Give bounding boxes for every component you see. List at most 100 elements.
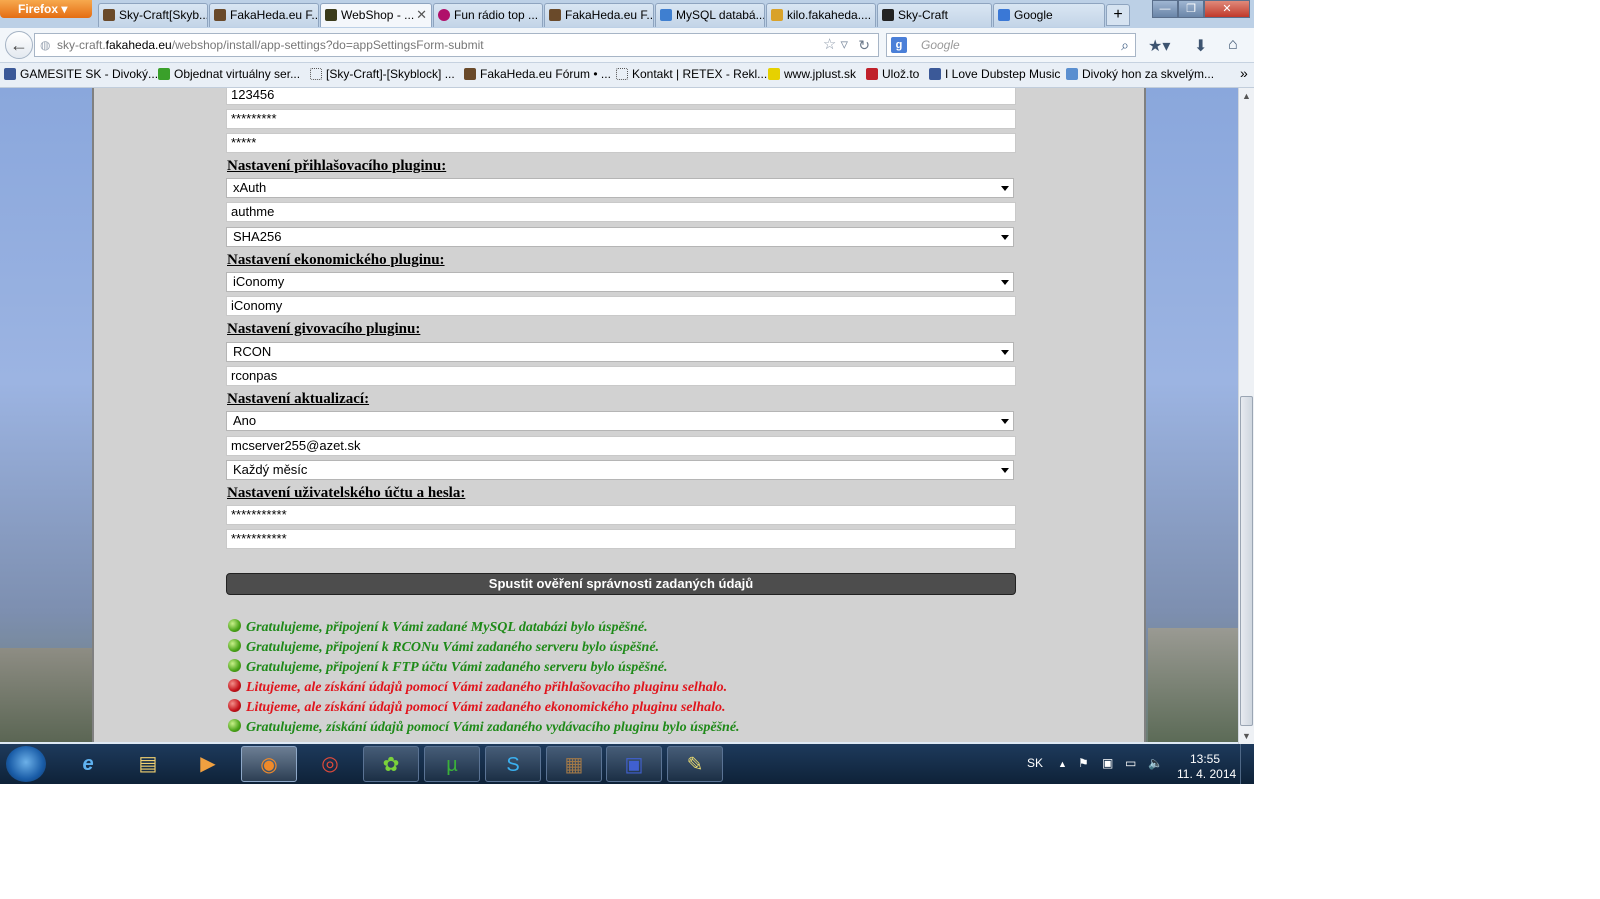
bookmark-item[interactable]: FakaHeda.eu Fórum • ... — [464, 67, 611, 81]
firefox-menu-button[interactable]: Firefox ▾ — [0, 0, 92, 18]
bookmarks-menu-icon[interactable]: ★▾ — [1148, 36, 1170, 56]
clock-date[interactable]: 11. 4. 2014 — [1177, 767, 1236, 781]
scroll-up-arrow-icon[interactable]: ▲ — [1239, 88, 1254, 104]
tab-8[interactable]: Google — [993, 3, 1105, 27]
maximize-icon[interactable]: ❐ — [1178, 0, 1204, 18]
skycraft-icon — [882, 9, 894, 21]
vertical-scrollbar[interactable]: ▲ ▼ — [1238, 88, 1254, 744]
bookmark-item[interactable]: [Sky-Craft]-[Skyblock] ... — [310, 67, 455, 81]
result-text: Litujeme, ale získání údajů pomocí Vámi … — [246, 700, 726, 715]
tab-label: Sky-Craft[Skyb... — [119, 8, 208, 22]
media-player-icon[interactable]: ▶ — [180, 746, 236, 782]
tray-expand-icon[interactable]: ▲ — [1058, 759, 1067, 769]
update-frequency-select[interactable]: Každý měsíc — [226, 460, 1014, 480]
tab-label: Fun rádio top ... — [454, 8, 539, 22]
show-desktop-button[interactable] — [1240, 744, 1254, 784]
bookmark-item[interactable]: Ulož.to — [866, 67, 919, 81]
tab-strip: Firefox ▾ Sky-Craft[Skyb... FakaHeda.eu … — [0, 0, 1254, 28]
tab-label: WebShop - ... — [341, 8, 415, 22]
utorrent-icon[interactable]: µ — [424, 746, 480, 782]
rcon-password-input[interactable]: rconpas — [226, 366, 1016, 386]
result-text: Gratulujeme, získání údajů pomocí Vámi z… — [246, 720, 740, 735]
updates-enabled-select[interactable]: Ano — [226, 411, 1014, 431]
close-window-icon[interactable]: ✕ — [1204, 0, 1250, 18]
action-center-icon[interactable]: ⚑ — [1078, 756, 1089, 770]
network-icon[interactable]: ▭ — [1125, 756, 1136, 770]
back-arrow-icon[interactable]: ← — [5, 31, 33, 59]
reload-icon[interactable]: ↻ — [858, 34, 870, 56]
economy-plugin-select[interactable]: iConomy — [226, 272, 1014, 292]
page-icon — [464, 68, 476, 80]
file-explorer-icon[interactable]: ▤ — [120, 746, 176, 782]
tab-2-active[interactable]: WebShop - ... ✕ — [320, 3, 432, 27]
bookmark-star-icon[interactable]: ☆ ▿ — [823, 34, 848, 56]
tray-app-icon[interactable]: ▣ — [1102, 756, 1113, 770]
chrome-icon[interactable]: ◎ — [302, 746, 358, 782]
url-bar[interactable]: ◍ sky-craft.fakaheda.eu/webshop/install/… — [34, 33, 879, 57]
close-tab-icon[interactable]: ✕ — [416, 4, 427, 26]
tab-3[interactable]: Fun rádio top ... — [433, 3, 543, 27]
tab-4[interactable]: FakaHeda.eu F... — [544, 3, 654, 27]
tab-6[interactable]: kilo.fakaheda.... — [766, 3, 876, 27]
bookmarks-toolbar: GAMESITE SK - Divoký... Objednat virtuál… — [0, 63, 1254, 88]
notepad-icon[interactable]: ✎ — [667, 746, 723, 782]
skype-icon[interactable]: S — [485, 746, 541, 782]
tab-5[interactable]: MySQL databá... — [655, 3, 765, 27]
result-message-failure: Litujeme, ale získání údajů pomocí Vámi … — [228, 699, 726, 716]
google-icon — [998, 9, 1010, 21]
page-icon — [214, 9, 226, 21]
google-search-engine-icon[interactable]: g — [891, 37, 907, 53]
new-tab-button[interactable]: + — [1106, 4, 1130, 26]
login-plugin-select[interactable]: xAuth — [226, 178, 1014, 198]
password-input[interactable]: ***** — [226, 133, 1016, 153]
give-plugin-select[interactable]: RCON — [226, 342, 1014, 362]
hash-algorithm-select[interactable]: SHA256 — [226, 227, 1014, 247]
language-indicator[interactable]: SK — [1027, 756, 1043, 770]
firefox-icon[interactable]: ◉ — [241, 746, 297, 782]
failure-icon — [228, 679, 241, 692]
clock-time[interactable]: 13:55 — [1190, 752, 1220, 766]
volume-icon[interactable]: 🔈 — [1148, 756, 1163, 770]
success-icon — [228, 639, 241, 652]
result-message-failure: Litujeme, ale získání údajů pomocí Vámi … — [228, 679, 727, 696]
start-icon[interactable] — [6, 746, 46, 782]
bookmark-item[interactable]: I Love Dubstep Music — [929, 67, 1060, 81]
search-icon[interactable]: ⌕ — [1121, 34, 1129, 56]
account-password-confirm-input[interactable]: *********** — [226, 529, 1016, 549]
economy-name-input[interactable]: iConomy — [226, 296, 1016, 316]
jplust-icon — [768, 68, 780, 80]
windows-taskbar: e ▤ ▶ ◉ ◎ ✿ µ S ▦ ▣ ✎ SK ▲ ⚑ ▣ ▭ 🔈 13:55… — [0, 744, 1254, 784]
search-input[interactable]: g Google ⌕ — [886, 33, 1136, 57]
downloads-icon[interactable]: ⬇ — [1194, 36, 1207, 56]
bookmark-item[interactable]: Divoký hon za skvelým... — [1066, 67, 1214, 81]
tab-0[interactable]: Sky-Craft[Skyb... — [98, 3, 208, 27]
scroll-thumb[interactable] — [1240, 396, 1253, 726]
internet-explorer-icon[interactable]: e — [60, 746, 116, 782]
webshop-icon — [325, 9, 337, 21]
page-icon — [549, 9, 561, 21]
text-input[interactable]: 123456 — [226, 88, 1016, 105]
account-password-input[interactable]: *********** — [226, 505, 1016, 525]
select-value: Každý měsíc — [233, 462, 308, 477]
minimize-icon[interactable]: — — [1152, 0, 1178, 18]
save-icon[interactable]: ▣ — [606, 746, 662, 782]
bookmarks-overflow-button[interactable]: » — [1240, 65, 1248, 81]
bookmark-item[interactable]: Objednat virtuálny ser... — [158, 67, 300, 81]
tab-1[interactable]: FakaHeda.eu F... — [209, 3, 319, 27]
blank-page-icon — [616, 68, 628, 80]
tab-7[interactable]: Sky-Craft — [877, 3, 992, 27]
pma-icon — [771, 9, 783, 21]
login-table-input[interactable]: authme — [226, 202, 1016, 222]
password-input[interactable]: ********* — [226, 109, 1016, 129]
update-email-input[interactable]: mcserver255@azet.sk — [226, 436, 1016, 456]
minecraft-icon[interactable]: ▦ — [546, 746, 602, 782]
scroll-down-arrow-icon[interactable]: ▼ — [1239, 728, 1254, 744]
bookmark-item[interactable]: Kontakt | RETEX - Rekl... — [616, 67, 767, 81]
icq-icon[interactable]: ✿ — [363, 746, 419, 782]
bookmark-item[interactable]: GAMESITE SK - Divoký... — [4, 67, 158, 81]
home-icon[interactable]: ⌂ — [1228, 36, 1238, 54]
bookmark-item[interactable]: www.jplust.sk — [768, 67, 856, 81]
arrow-logo-icon — [158, 68, 170, 80]
tab-label: FakaHeda.eu F... — [230, 8, 319, 22]
verify-settings-button[interactable]: Spustit ověření správnosti zadaných údaj… — [226, 573, 1016, 595]
